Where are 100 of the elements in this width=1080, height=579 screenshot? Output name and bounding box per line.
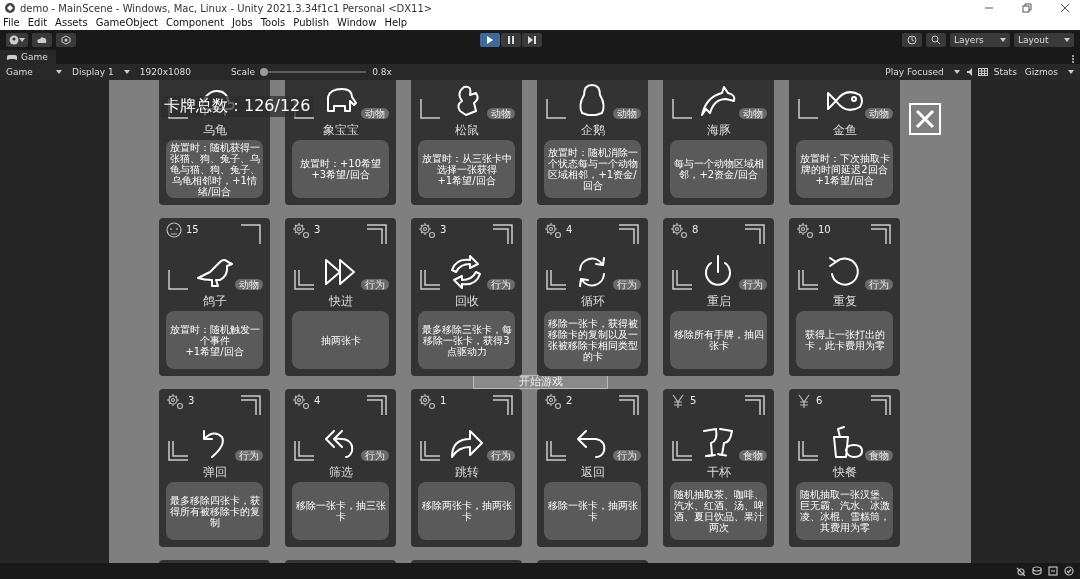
grid-icon [977,68,988,76]
step-button[interactable] [522,33,542,47]
card-description: 最多移除三张卡，每移除一张卡，获得3点驱动力 [418,311,515,369]
card-name: 循环 [580,293,605,310]
card-name: 鸽子 [202,293,227,310]
card-cost: 2 [566,394,573,408]
gears-icon [796,222,814,238]
gears-icon [544,222,562,238]
menu-item[interactable]: GameObject [95,16,158,30]
gizmos-dropdown[interactable]: Gizmos [1022,67,1076,77]
card-description: 放置时：从三张卡中选择一张获得 +1希望/回合 [418,140,515,198]
game-card[interactable]: 3 行为 弹回 最多移除四张卡，获得所有被移除卡的复制 [159,389,270,547]
game-card[interactable]: 8 行为 重启 移除所有手牌，抽四张卡 [663,218,774,376]
game-card[interactable]: 3 行为 快进 抽两张卡 [285,218,396,376]
layers-dropdown[interactable]: Layers [950,33,1010,47]
layout-dropdown[interactable]: Layout [1014,33,1074,47]
caret-icon [123,69,130,75]
card-cost: 4 [566,223,573,237]
menu-item[interactable]: File [3,16,20,30]
card-cost: 1 [440,394,447,408]
card-cost: 8 [692,223,699,237]
gears-icon [166,393,184,409]
display-dropdown[interactable]: Display 1 [70,67,132,77]
menu-item[interactable]: Help [384,16,408,30]
menu-item[interactable]: Edit [27,16,48,30]
close-icon [914,108,936,130]
play-icon [485,35,495,45]
resolution-dropdown[interactable]: 1920x1080 [137,67,193,77]
close-icon [1060,3,1070,13]
cloud-button[interactable] [32,33,52,47]
game-card[interactable]: 10 行为 重复 获得上一张打出的卡，此卡费用为零 [789,218,900,376]
speaker-icon [965,67,974,77]
game-card[interactable]: 4 行为 筛选 移除一张卡，抽三张卡 [285,389,396,547]
card-description: 最多移除四张卡，获得所有被移除卡的复制 [166,482,263,540]
menu-item[interactable]: Component [166,16,225,30]
collab-button[interactable] [56,33,76,47]
play-button[interactable] [480,33,500,47]
card-name: 金鱼 [832,122,857,139]
card-type-tag: 行为 [865,279,893,290]
card-cost: 6 [816,394,823,408]
card-type-tag: 动物 [235,279,263,290]
search-icon [931,35,941,45]
game-card[interactable]: 动物 金鱼 放置时：下次抽取卡牌的时间延迟2回合 +1希望/回合 [789,80,900,205]
game-card[interactable]: 15 动物 鸽子 放置时：随机触发一个事件 +1希望/回合 [159,218,270,376]
card-description: 放置时：下次抽取卡牌的时间延迟2回合 +1希望/回合 [796,140,893,198]
card-type-tag: 行为 [487,450,515,461]
game-card[interactable]: 6 食物 快餐 随机抽取一张汉堡、巨无霸、汽水、冰激凌、冰棍、雪糕筒，其费用为零 [789,389,900,547]
card-cost: 3 [314,223,321,237]
game-card[interactable]: 1 行为 跳转 移除两张卡，抽两张卡 [411,389,522,547]
game-card[interactable]: 动物 松鼠 放置时：从三张卡中选择一张获得 +1希望/回合 [411,80,522,205]
card-name: 跳转 [454,464,479,481]
game-tab[interactable]: Game [0,50,56,64]
account-button[interactable] [6,33,28,47]
card-name: 干杯 [706,464,731,481]
menu-item[interactable]: Tools [260,16,286,30]
card-type-tag: 动物 [613,108,641,119]
card-description: 放置时：随机获得一张猫、狗、兔子、乌龟与猫、狗、兔子、乌龟相邻时，+1情绪/回合 [166,140,263,198]
game-card[interactable]: 5 食物 干杯 随机抽取茶、咖啡、汽水、红酒、汤、啤酒、夏日饮品、果汁两次 [663,389,774,547]
game-card[interactable]: 3 行为 回收 最多移除三张卡，每移除一张卡，获得3点驱动力 [411,218,522,376]
card-description: 随机抽取茶、咖啡、汽水、红酒、汤、啤酒、夏日饮品、果汁两次 [670,482,767,540]
card-name: 弹回 [202,464,227,481]
game-card[interactable]: 2 行为 返回 移除一张卡，抽两张卡 [537,389,648,547]
card-name: 海豚 [706,122,731,139]
cloud-icon [36,35,48,45]
menu-item[interactable]: Jobs [232,16,253,30]
caret-icon [1068,69,1074,75]
stats-button[interactable]: Stats [991,67,1019,77]
card-count: 卡牌总数：126/126 [161,96,314,117]
scale-slider-thumb[interactable] [260,68,269,76]
card-type-tag: 行为 [235,450,263,461]
search-button[interactable] [926,33,946,47]
card-type-tag: 行为 [613,279,641,290]
gears-icon [292,222,310,238]
card-cost: 15 [186,223,199,237]
card-cost: 4 [314,394,321,408]
pause-button[interactable] [501,33,521,47]
gears-icon [292,393,310,409]
game-card[interactable]: 4 行为 循环 移除一张卡，获得被移除卡的复制以及一张被移除卡相同类型的卡 [537,218,648,376]
card-type-tag: 行为 [361,279,389,290]
history-icon [907,35,917,45]
card-type-tag: 食物 [865,450,893,461]
history-button[interactable] [902,33,922,47]
card-name: 返回 [580,464,605,481]
view-dropdown[interactable]: Game [4,67,64,77]
menu-item[interactable]: Assets [55,16,88,30]
game-card[interactable]: 动物 海豚 每与一个动物区域相邻，+2资金/回合 [663,80,774,205]
scale-label: Scale [230,67,256,77]
play-mode-dropdown[interactable]: Play Focused [883,67,962,77]
pause-icon [506,35,516,45]
card-description: 放置时：+10希望 +3希望/回合 [292,140,389,198]
check-icon [1064,566,1074,576]
caret-icon [56,69,62,75]
window-title: demo - MainScene - Windows, Mac, Linux - Unity 2021.3.34f1c1 Personal <DX11> [20,2,433,14]
close-button[interactable] [909,103,941,135]
card-cost: 5 [690,394,697,408]
card-name: 乌龟 [202,122,227,139]
menu-item[interactable]: Window [337,16,377,30]
menu-item[interactable]: Publish [293,16,329,30]
card-name: 筛选 [328,464,353,481]
game-card[interactable]: 动物 企鹅 放置时：随机消除一个状态每与一个动物区域相邻，+1资金/回合 [537,80,648,205]
